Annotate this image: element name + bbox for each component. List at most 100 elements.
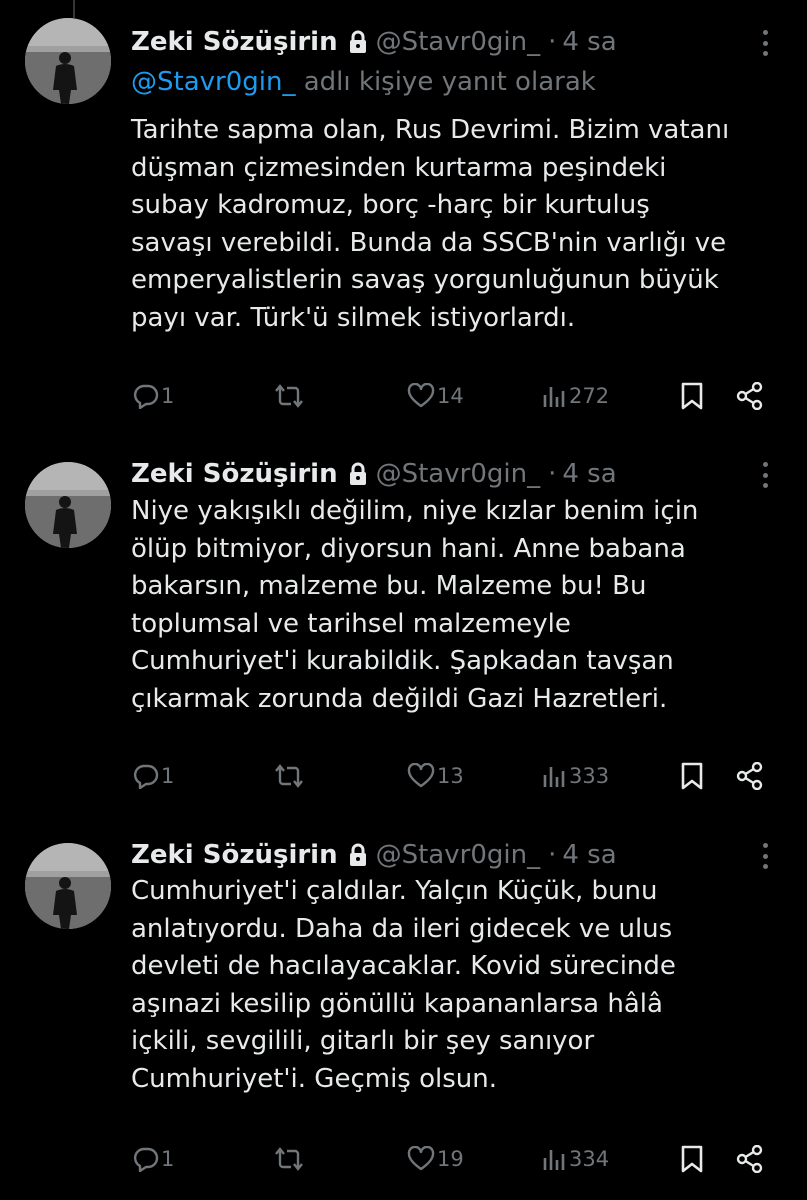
lock-icon <box>348 462 368 486</box>
bookmark-button[interactable] <box>679 376 705 416</box>
share-button[interactable] <box>735 376 765 416</box>
views-icon <box>541 763 567 789</box>
retweet-button[interactable] <box>273 756 307 796</box>
tweet-text-line: içkili, sevgilili, gitarlı bir şey sanıy… <box>131 1026 595 1056</box>
tweet-text-line: Tarihte sapma olan, Rus Devrimi. Bizim v… <box>131 115 730 145</box>
views-count: 333 <box>569 764 610 788</box>
share-icon <box>735 382 765 410</box>
tweet-text-line: savaşı verebildi. Bunda da SSCB'nin varl… <box>131 227 727 258</box>
tweet-text-line: Cumhuriyet'i kurabildik. Şapkadan tavşan <box>131 646 674 676</box>
bookmark-button[interactable] <box>679 756 705 796</box>
tweet-text-line: devleti de hacılayacaklar. Kovid sürecin… <box>131 951 676 981</box>
bookmark-icon <box>679 382 705 410</box>
views-button[interactable]: 334 <box>541 1139 609 1179</box>
share-icon <box>735 762 765 790</box>
bookmark-button[interactable] <box>679 1139 705 1179</box>
more-icon[interactable] <box>761 30 769 56</box>
tweet-text-line: bakarsın, malzeme bu. Malzeme bu! Bu <box>131 571 647 601</box>
reply-button[interactable]: 1 <box>133 1139 174 1179</box>
views-icon <box>541 383 567 409</box>
tweet-text-line: aşınazi kesilip gönüllü kapananlarsa hâl… <box>131 988 663 1019</box>
reply-button[interactable]: 1 <box>133 756 174 796</box>
username[interactable]: @Stavr0gin_ <box>376 837 540 873</box>
reply-icon <box>133 1146 159 1172</box>
retweet-icon <box>273 1146 305 1172</box>
tweet-text-line: subay kadromuz, borç -harç bir kurtuluş <box>131 190 650 220</box>
avatar[interactable] <box>25 18 111 104</box>
tweet-text-line: ölüp bitmiyor, diyorsun hani. Anne baban… <box>131 533 686 564</box>
reply-context-label: adlı kişiye yanıt olarak <box>303 67 596 97</box>
tweet-actions: 1 13 333 <box>131 756 791 796</box>
thread-connector-line <box>73 0 75 18</box>
like-count: 13 <box>437 764 464 788</box>
tweet-text-line: düşman çizmesinden kurtarma peşindeki <box>131 152 667 183</box>
lock-icon <box>348 30 368 54</box>
tweet[interactable]: Zeki Sözüşirin @Stavr0gin_ · 4 sa Cumhur… <box>0 831 807 1200</box>
tweet-text-line: çıkarmak zorunda değildi Gazi Hazretleri… <box>131 683 668 714</box>
tweet-text-line: Niye yakışıklı değilim, niye kızlar beni… <box>131 496 699 526</box>
reply-icon <box>133 383 159 409</box>
username[interactable]: @Stavr0gin_ <box>376 456 540 492</box>
views-icon <box>541 1146 567 1172</box>
avatar[interactable] <box>25 462 111 548</box>
tweet-actions: 1 19 334 <box>131 1139 791 1179</box>
separator-dot: · <box>548 840 557 870</box>
tweet-text-line: toplumsal ve tarihsel malzemeyle <box>131 608 571 639</box>
tweet-text: Cumhuriyet'i çaldılar. Yalçın Küçük, bun… <box>131 873 791 1098</box>
reply-context: @Stavr0gin_ adlı kişiye yanıt olarak <box>131 64 596 100</box>
display-name[interactable]: Zeki Sözüşirin <box>131 456 338 492</box>
tweet-text-line: anlatıyordu. Daha da ileri gidecek ve ul… <box>131 913 673 944</box>
heart-icon <box>407 383 435 409</box>
heart-icon <box>407 1146 435 1172</box>
retweet-icon <box>273 383 305 409</box>
reply-mention-link[interactable]: @Stavr0gin_ <box>131 67 295 97</box>
bookmark-icon <box>679 762 705 790</box>
like-count: 14 <box>437 384 464 408</box>
tweet-header: Zeki Sözüşirin @Stavr0gin_ · 4 sa <box>131 837 787 873</box>
tweet-text-line: Cumhuriyet'i çaldılar. Yalçın Küçük, bun… <box>131 876 658 906</box>
reply-count: 1 <box>161 1147 175 1171</box>
share-icon <box>735 1145 765 1173</box>
tweet[interactable]: Zeki Sözüşirin @Stavr0gin_ · 4 sa @Stavr… <box>0 18 807 428</box>
reply-count: 1 <box>161 384 175 408</box>
bookmark-icon <box>679 1145 705 1173</box>
display-name[interactable]: Zeki Sözüşirin <box>131 24 338 60</box>
views-button[interactable]: 333 <box>541 756 609 796</box>
views-button[interactable]: 272 <box>541 376 609 416</box>
retweet-button[interactable] <box>273 376 307 416</box>
separator-dot: · <box>548 27 557 57</box>
reply-count: 1 <box>161 764 175 788</box>
more-icon[interactable] <box>761 843 769 869</box>
avatar[interactable] <box>25 843 111 929</box>
share-button[interactable] <box>735 1139 765 1179</box>
lock-icon <box>348 843 368 867</box>
like-button[interactable]: 13 <box>407 756 464 796</box>
retweet-icon <box>273 763 305 789</box>
more-icon[interactable] <box>761 462 769 488</box>
views-count: 272 <box>569 384 610 408</box>
timestamp[interactable]: 4 sa <box>562 24 616 60</box>
tweet-text-line: emperyalistlerin savaş yorgunluğunun büy… <box>131 265 719 295</box>
reply-button[interactable]: 1 <box>133 376 174 416</box>
timestamp[interactable]: 4 sa <box>562 456 616 492</box>
display-name[interactable]: Zeki Sözüşirin <box>131 837 338 873</box>
tweet-actions: 1 14 272 <box>131 376 791 416</box>
tweet[interactable]: Zeki Sözüşirin @Stavr0gin_ · 4 sa Niye y… <box>0 450 807 810</box>
separator-dot: · <box>548 459 557 489</box>
timestamp[interactable]: 4 sa <box>562 837 616 873</box>
tweet-text-line: Cumhuriyet'i. Geçmiş olsun. <box>131 1063 498 1094</box>
tweet-header: Zeki Sözüşirin @Stavr0gin_ · 4 sa <box>131 24 787 60</box>
reply-icon <box>133 763 159 789</box>
like-button[interactable]: 14 <box>407 376 464 416</box>
tweet-text: Tarihte sapma olan, Rus Devrimi. Bizim v… <box>131 112 791 337</box>
tweet-header: Zeki Sözüşirin @Stavr0gin_ · 4 sa <box>131 456 787 492</box>
retweet-button[interactable] <box>273 1139 307 1179</box>
tweet-text: Niye yakışıklı değilim, niye kızlar beni… <box>131 493 791 718</box>
share-button[interactable] <box>735 756 765 796</box>
username[interactable]: @Stavr0gin_ <box>376 24 540 60</box>
like-count: 19 <box>437 1147 464 1171</box>
like-button[interactable]: 19 <box>407 1139 464 1179</box>
heart-icon <box>407 763 435 789</box>
tweet-text-line: payı var. Türk'ü silmek istiyorlardı. <box>131 302 576 333</box>
views-count: 334 <box>569 1147 610 1171</box>
